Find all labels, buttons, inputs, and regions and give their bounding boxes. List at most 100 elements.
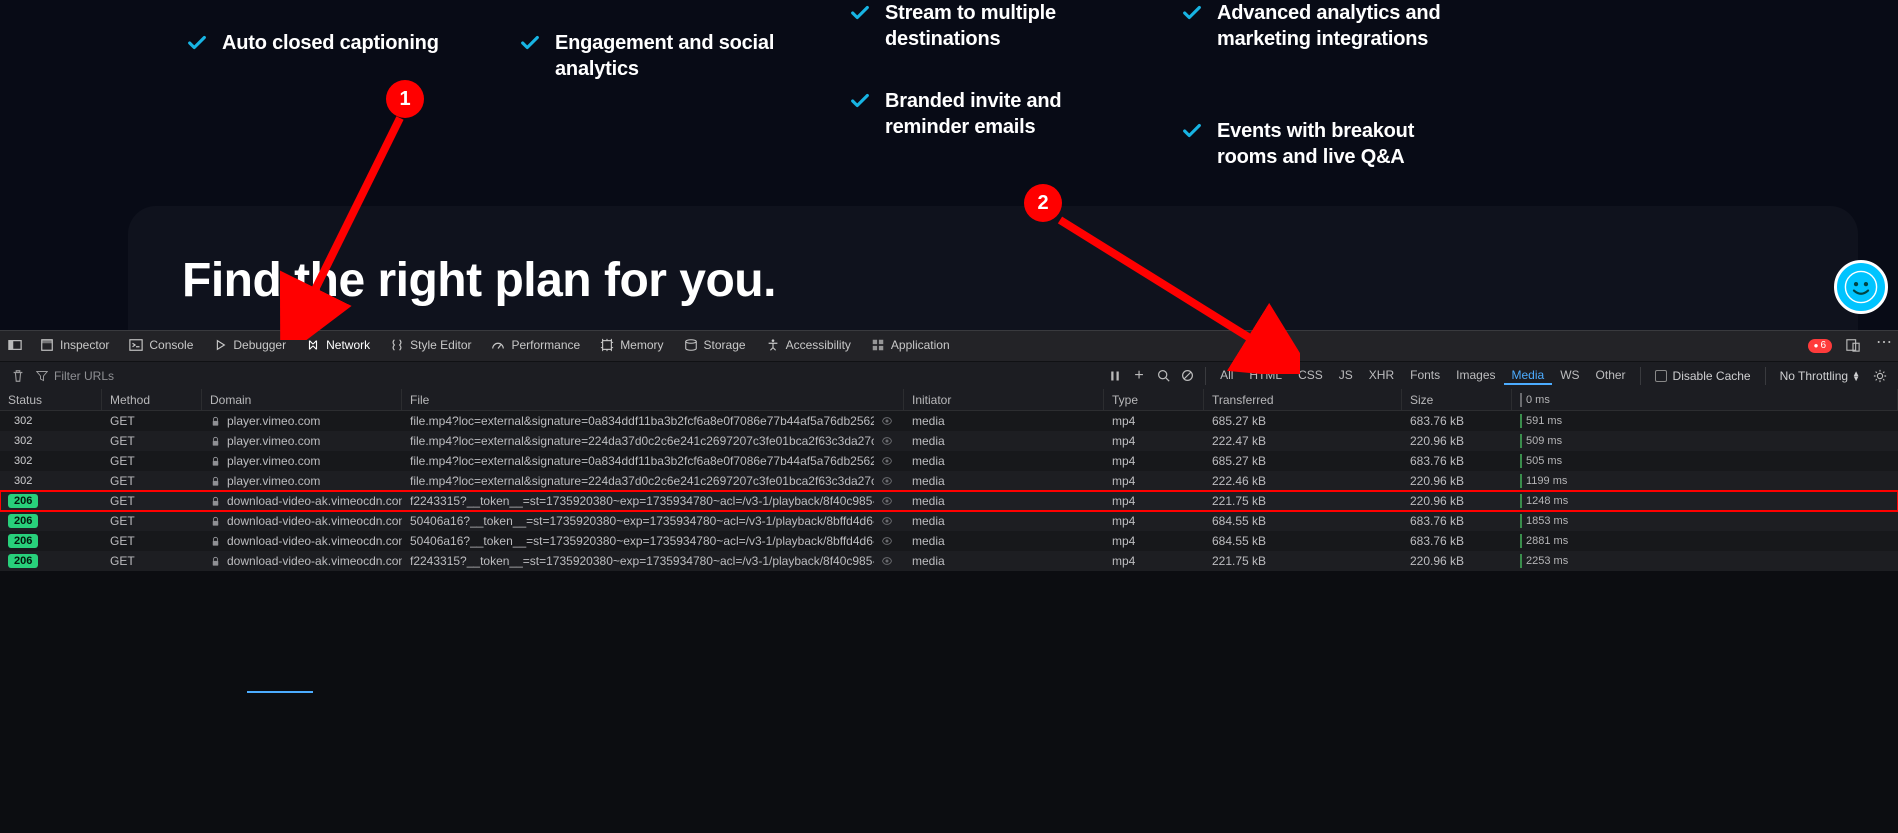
cell-size: 683.76 kB xyxy=(1402,511,1512,531)
col-timeline[interactable]: 0 ms xyxy=(1512,389,1898,410)
cell-type: mp4 xyxy=(1104,511,1204,531)
cell-domain: download-video-ak.vimeocdn.com xyxy=(202,551,402,571)
col-method[interactable]: Method xyxy=(102,389,202,410)
responsive-design-mode-button[interactable] xyxy=(1838,338,1868,354)
cell-status: 302 xyxy=(0,411,102,431)
memory-icon xyxy=(600,338,614,352)
feature-text: Auto closed captioning xyxy=(222,30,439,56)
gear-icon xyxy=(1873,369,1887,383)
request-row[interactable]: 302 GET player.vimeo.com file.mp4?loc=ex… xyxy=(0,411,1898,431)
tab-label: Console xyxy=(149,338,193,352)
lock-icon xyxy=(210,536,221,547)
cell-type: mp4 xyxy=(1104,491,1204,511)
cell-size: 683.76 kB xyxy=(1402,411,1512,431)
application-icon xyxy=(871,338,885,352)
cell-domain: download-video-ak.vimeocdn.com xyxy=(202,531,402,551)
tab-console[interactable]: Console xyxy=(119,331,203,361)
filter-media[interactable]: Media xyxy=(1504,366,1553,385)
cell-domain: player.vimeo.com xyxy=(202,471,402,491)
cell-transferred: 684.55 kB xyxy=(1204,511,1402,531)
request-row[interactable]: 302 GET player.vimeo.com file.mp4?loc=ex… xyxy=(0,471,1898,491)
tab-label: Style Editor xyxy=(410,338,471,352)
disable-cache-checkbox[interactable]: Disable Cache xyxy=(1647,369,1759,383)
tab-inspector[interactable]: Inspector xyxy=(30,331,119,361)
smiley-icon xyxy=(1844,270,1878,304)
clear-button[interactable] xyxy=(6,364,30,388)
cell-type: mp4 xyxy=(1104,411,1204,431)
filter-input[interactable]: Filter URLs xyxy=(36,369,114,383)
feature-item: Stream to multiple destinations xyxy=(849,0,1109,52)
lock-icon xyxy=(210,416,221,427)
col-status[interactable]: Status xyxy=(0,389,102,410)
cell-initiator-icon xyxy=(874,531,904,551)
eye-icon xyxy=(881,415,893,427)
cell-status: 302 xyxy=(0,471,102,491)
feature-item: Branded invite and reminder emails xyxy=(849,88,1109,140)
request-row[interactable]: 302 GET player.vimeo.com file.mp4?loc=ex… xyxy=(0,431,1898,451)
cell-file: file.mp4?loc=external&signature=224da37d… xyxy=(402,431,874,451)
cell-file: f2243315?__token__=st=1735920380~exp=173… xyxy=(402,491,874,511)
tab-application[interactable]: Application xyxy=(861,331,960,361)
cta-heading: Find the right plan for you. xyxy=(182,253,776,308)
annotation-marker-2: 2 xyxy=(1024,184,1062,222)
request-row[interactable]: 206 GET download-video-ak.vimeocdn.com 5… xyxy=(0,511,1898,531)
cell-transferred: 222.46 kB xyxy=(1204,471,1402,491)
eye-icon xyxy=(881,515,893,527)
cell-method: GET xyxy=(102,471,202,491)
filter-other[interactable]: Other xyxy=(1588,366,1634,385)
throttling-label: No Throttling xyxy=(1780,369,1848,383)
devtools-options-button[interactable]: ⋯ xyxy=(1868,338,1898,354)
check-icon xyxy=(519,32,541,57)
filter-fonts[interactable]: Fonts xyxy=(1402,366,1448,385)
col-size[interactable]: Size xyxy=(1402,389,1512,410)
col-type[interactable]: Type xyxy=(1104,389,1204,410)
tab-accessibility[interactable]: Accessibility xyxy=(756,331,861,361)
tab-label: Application xyxy=(891,338,950,352)
request-row[interactable]: 302 GET player.vimeo.com file.mp4?loc=ex… xyxy=(0,451,1898,471)
devtools-panel: InspectorConsoleDebuggerNetworkStyle Edi… xyxy=(0,330,1898,833)
col-transferred[interactable]: Transferred xyxy=(1204,389,1402,410)
tab-performance[interactable]: Performance xyxy=(481,331,590,361)
request-row[interactable]: 206 GET download-video-ak.vimeocdn.com f… xyxy=(0,491,1898,511)
filter-js[interactable]: JS xyxy=(1331,366,1361,385)
cell-transferred: 221.75 kB xyxy=(1204,491,1402,511)
lock-icon xyxy=(210,476,221,487)
request-row[interactable]: 206 GET download-video-ak.vimeocdn.com 5… xyxy=(0,531,1898,551)
check-icon xyxy=(849,90,871,115)
cell-file: file.mp4?loc=external&signature=0a834ddf… xyxy=(402,451,874,471)
cell-initiator: media xyxy=(904,451,1104,471)
filter-ws[interactable]: WS xyxy=(1552,366,1587,385)
cell-timing: 509 ms xyxy=(1512,431,1898,451)
tab-storage[interactable]: Storage xyxy=(674,331,756,361)
eye-icon xyxy=(881,535,893,547)
table-header: Status Method Domain File Initiator Type… xyxy=(0,389,1898,411)
request-row[interactable]: 206 GET download-video-ak.vimeocdn.com f… xyxy=(0,551,1898,571)
eye-icon xyxy=(881,455,893,467)
table-body[interactable]: 302 GET player.vimeo.com file.mp4?loc=ex… xyxy=(0,411,1898,833)
cell-method: GET xyxy=(102,451,202,471)
cell-timing: 2881 ms xyxy=(1512,531,1898,551)
tab-label: Inspector xyxy=(60,338,109,352)
feature-item: Events with breakout rooms and live Q&A xyxy=(1181,118,1441,170)
cell-method: GET xyxy=(102,431,202,451)
filter-images[interactable]: Images xyxy=(1448,366,1503,385)
settings-button[interactable] xyxy=(1868,364,1892,388)
filter-xhr[interactable]: XHR xyxy=(1361,366,1402,385)
network-icon xyxy=(306,338,320,352)
cell-transferred: 685.27 kB xyxy=(1204,451,1402,471)
cell-type: mp4 xyxy=(1104,531,1204,551)
col-initiator[interactable]: Initiator xyxy=(904,389,1104,410)
tab-memory[interactable]: Memory xyxy=(590,331,673,361)
lock-icon xyxy=(210,456,221,467)
col-domain[interactable]: Domain xyxy=(202,389,402,410)
support-chat-button[interactable] xyxy=(1834,260,1888,314)
error-count-badge[interactable]: 6 xyxy=(1808,339,1832,353)
eye-icon xyxy=(881,435,893,447)
eye-icon xyxy=(881,475,893,487)
trash-icon xyxy=(11,369,25,383)
style-editor-icon xyxy=(390,338,404,352)
dock-side-button[interactable] xyxy=(0,331,30,361)
throttling-select[interactable]: No Throttling ▲▼ xyxy=(1772,369,1868,383)
cell-transferred: 685.27 kB xyxy=(1204,411,1402,431)
col-file[interactable]: File xyxy=(402,389,904,410)
